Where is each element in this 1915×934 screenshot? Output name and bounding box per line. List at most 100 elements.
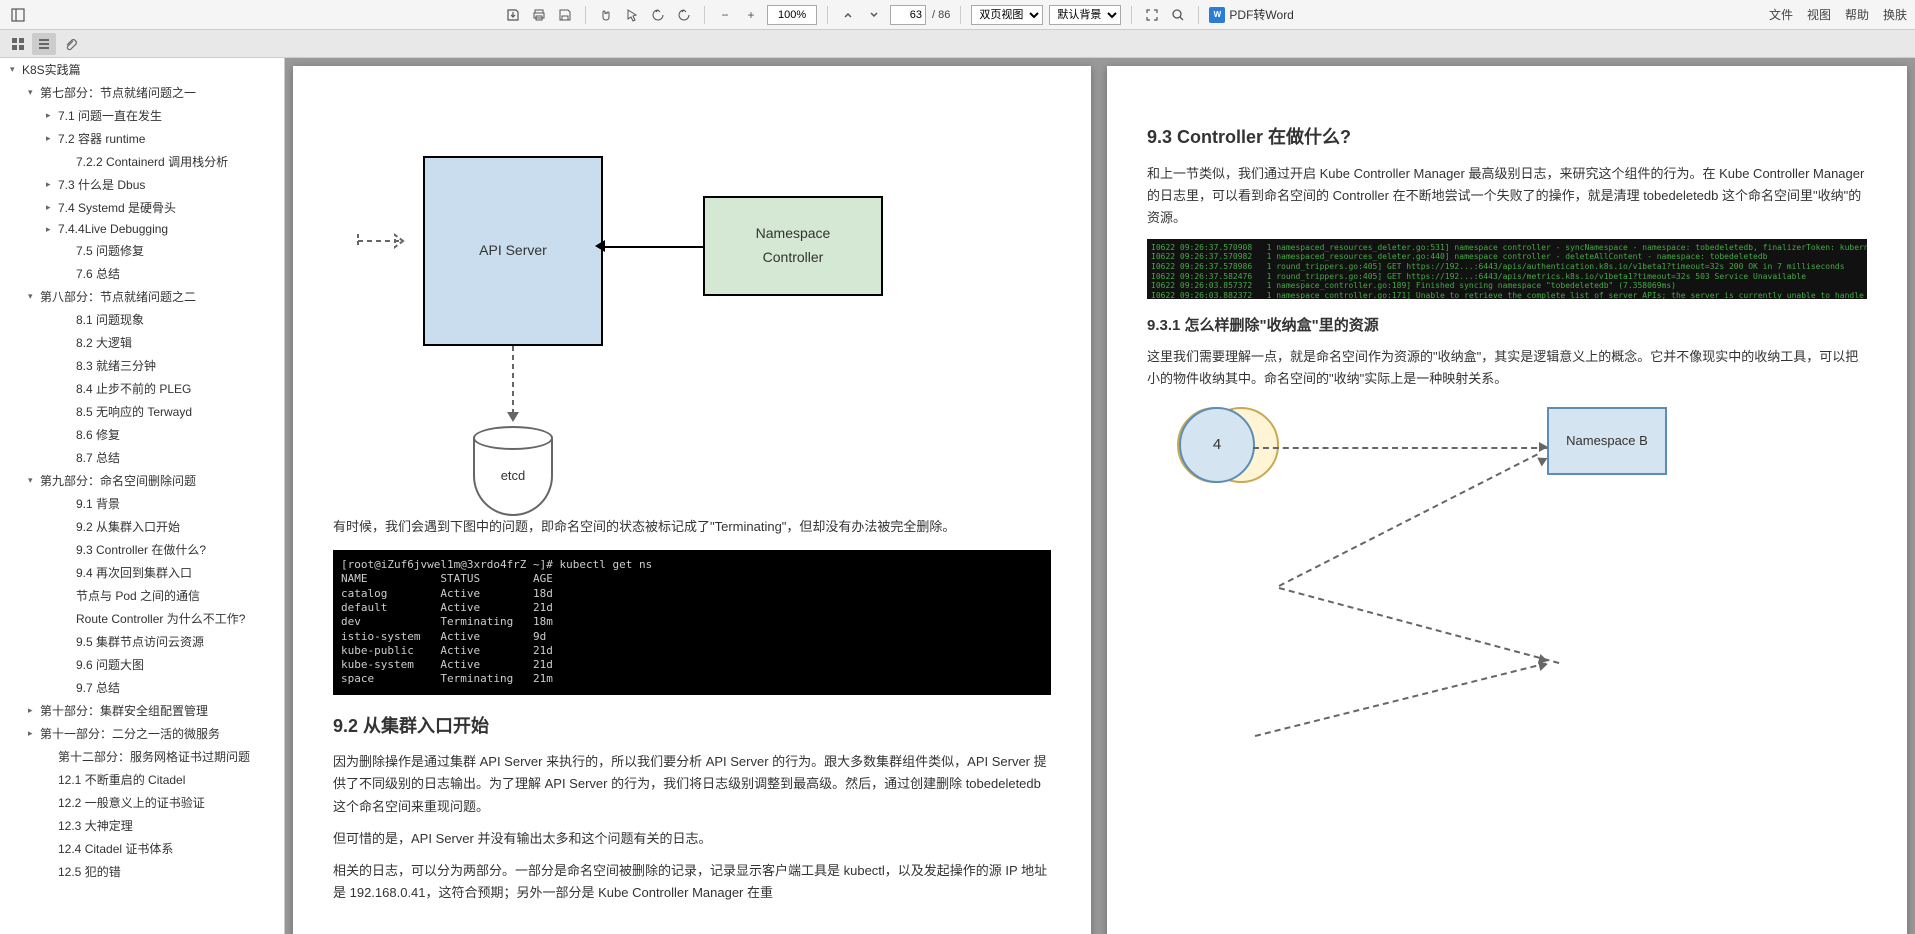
- outline-label: 7.4.4Live Debugging: [58, 222, 168, 236]
- zoom-in-icon[interactable]: +: [741, 5, 761, 25]
- select-tool-icon[interactable]: [622, 5, 642, 25]
- paragraph: 这里我们需要理解一点，就是命名空间作为资源的"收纳盒"，其实是逻辑意义上的概念。…: [1147, 346, 1867, 390]
- view-mode-select[interactable]: 双页视图: [971, 5, 1043, 25]
- outline-item[interactable]: ▾第八部分：节点就绪问题之二: [0, 285, 284, 308]
- zoom-input[interactable]: [767, 5, 817, 25]
- save-icon[interactable]: [555, 5, 575, 25]
- outline-item[interactable]: 8.5 无响应的 Terwayd: [0, 400, 284, 423]
- outline-item[interactable]: 9.7 总结: [0, 676, 284, 699]
- outline-label: 9.5 集群节点访问云资源: [76, 633, 204, 650]
- page-right: 9.3 Controller 在做什么? 和上一节类似，我们通过开启 Kube …: [1107, 66, 1907, 934]
- outline-label: 12.4 Citadel 证书体系: [58, 840, 173, 857]
- paragraph: 相关的日志，可以分为两部分。一部分是命名空间被删除的记录，记录显示客户端工具是 …: [333, 860, 1051, 904]
- search-icon[interactable]: [1168, 5, 1188, 25]
- outline-label: 第七部分：节点就绪问题之一: [40, 84, 196, 101]
- outline-item[interactable]: 12.5 犯的错: [0, 860, 284, 883]
- outline-label: 8.2 大逻辑: [76, 334, 132, 351]
- hand-tool-icon[interactable]: [596, 5, 616, 25]
- outline-label: 7.2.2 Containerd 调用栈分析: [76, 153, 228, 170]
- diagram-api-server: API Server Namespace Controller etcd: [333, 136, 1051, 516]
- outline-item[interactable]: 7.6 总结: [0, 262, 284, 285]
- page-input[interactable]: [890, 5, 926, 25]
- outline-tab-icon[interactable]: [32, 33, 56, 55]
- outline-item[interactable]: 9.3 Controller 在做什么?: [0, 538, 284, 561]
- outline-item[interactable]: 9.4 再次回到集群入口: [0, 561, 284, 584]
- thumbnail-tab-icon[interactable]: [6, 33, 30, 55]
- fullscreen-icon[interactable]: [1142, 5, 1162, 25]
- outline-item[interactable]: 9.5 集群节点访问云资源: [0, 630, 284, 653]
- outline-item[interactable]: 7.2.2 Containerd 调用栈分析: [0, 150, 284, 173]
- outline-item[interactable]: 7.5 问题修复: [0, 239, 284, 262]
- rotate-right-icon[interactable]: [674, 5, 694, 25]
- outline-item[interactable]: ▸7.4.4Live Debugging: [0, 219, 284, 239]
- prev-page-icon[interactable]: [838, 5, 858, 25]
- outline-item[interactable]: ▸7.1 问题一直在发生: [0, 104, 284, 127]
- expand-icon[interactable]: ▸: [46, 202, 58, 213]
- expand-icon[interactable]: ▸: [46, 110, 58, 121]
- outline-label: 9.1 背景: [76, 495, 120, 512]
- page-total: / 86: [932, 9, 950, 21]
- expand-icon[interactable]: ▾: [10, 64, 22, 75]
- menu-view[interactable]: 视图: [1807, 6, 1831, 23]
- outline-label: 9.4 再次回到集群入口: [76, 564, 192, 581]
- expand-icon[interactable]: ▸: [28, 728, 40, 739]
- outline-item[interactable]: ▸7.4 Systemd 是硬骨头: [0, 196, 284, 219]
- outline-label: Route Controller 为什么不工作?: [76, 610, 245, 627]
- outline-item[interactable]: 8.3 就绪三分钟: [0, 354, 284, 377]
- next-page-icon[interactable]: [864, 5, 884, 25]
- zoom-out-icon[interactable]: −: [715, 5, 735, 25]
- expand-icon[interactable]: ▸: [46, 133, 58, 144]
- expand-icon[interactable]: ▾: [28, 475, 40, 486]
- outline-item[interactable]: 8.1 问题现象: [0, 308, 284, 331]
- outline-label: 8.6 修复: [76, 426, 120, 443]
- outline-item[interactable]: 8.2 大逻辑: [0, 331, 284, 354]
- box-api-server: API Server: [423, 156, 603, 346]
- outline-item[interactable]: ▸第十一部分：二分之一活的微服务: [0, 722, 284, 745]
- outline-item[interactable]: ▾K8S实践篇: [0, 58, 284, 81]
- outline-sidebar[interactable]: ▾K8S实践篇▾第七部分：节点就绪问题之一▸7.1 问题一直在发生▸7.2 容器…: [0, 58, 285, 934]
- expand-icon[interactable]: ▸: [46, 179, 58, 190]
- menu-help[interactable]: 帮助: [1845, 6, 1869, 23]
- pdf-to-word-button[interactable]: W PDF转Word: [1209, 6, 1293, 23]
- outline-item[interactable]: ▸7.2 容器 runtime: [0, 127, 284, 150]
- outline-item[interactable]: ▾第九部分：命名空间删除问题: [0, 469, 284, 492]
- export-icon[interactable]: [503, 5, 523, 25]
- sidebar-toggle-icon[interactable]: [8, 5, 28, 25]
- outline-label: 第十部分：集群安全组配置管理: [40, 702, 208, 719]
- heading-9-3-1: 9.3.1 怎么样删除"收纳盒"里的资源: [1147, 313, 1867, 339]
- rotate-left-icon[interactable]: [648, 5, 668, 25]
- menu-file[interactable]: 文件: [1769, 6, 1793, 23]
- outline-item[interactable]: 9.2 从集群入口开始: [0, 515, 284, 538]
- bg-mode-select[interactable]: 默认背景: [1049, 5, 1121, 25]
- outline-item[interactable]: 8.6 修复: [0, 423, 284, 446]
- outline-label: 12.1 不断重启的 Citadel: [58, 771, 185, 788]
- outline-item[interactable]: 节点与 Pod 之间的通信: [0, 584, 284, 607]
- outline-label: 12.3 大神定理: [58, 817, 133, 834]
- print-icon[interactable]: [529, 5, 549, 25]
- outline-label: 7.6 总结: [76, 265, 120, 282]
- outline-item[interactable]: 8.4 止步不前的 PLEG: [0, 377, 284, 400]
- document-viewport[interactable]: API Server Namespace Controller etcd 有时候…: [285, 58, 1915, 934]
- outline-item[interactable]: ▾第七部分：节点就绪问题之一: [0, 81, 284, 104]
- outline-item[interactable]: Route Controller 为什么不工作?: [0, 607, 284, 630]
- paragraph: 和上一节类似，我们通过开启 Kube Controller Manager 最高…: [1147, 163, 1867, 229]
- outline-item[interactable]: 12.2 一般意义上的证书验证: [0, 791, 284, 814]
- expand-icon[interactable]: ▸: [28, 705, 40, 716]
- attachment-tab-icon[interactable]: [58, 33, 82, 55]
- outline-item[interactable]: 12.1 不断重启的 Citadel: [0, 768, 284, 791]
- main-toolbar: − + / 86 双页视图 默认背景 W PDF转Word 文件 视图 帮助 换…: [0, 0, 1915, 30]
- expand-icon[interactable]: ▾: [28, 291, 40, 302]
- outline-item[interactable]: 第十二部分：服务网格证书过期问题: [0, 745, 284, 768]
- menu-theme[interactable]: 换肤: [1883, 6, 1907, 23]
- outline-label: 7.1 问题一直在发生: [58, 107, 162, 124]
- cylinder-etcd: etcd: [473, 426, 553, 516]
- outline-item[interactable]: 12.4 Citadel 证书体系: [0, 837, 284, 860]
- outline-item[interactable]: 9.6 问题大图: [0, 653, 284, 676]
- outline-item[interactable]: 9.1 背景: [0, 492, 284, 515]
- outline-item[interactable]: ▸第十部分：集群安全组配置管理: [0, 699, 284, 722]
- outline-item[interactable]: 12.3 大神定理: [0, 814, 284, 837]
- expand-icon[interactable]: ▾: [28, 87, 40, 98]
- outline-item[interactable]: 8.7 总结: [0, 446, 284, 469]
- expand-icon[interactable]: ▸: [46, 224, 58, 235]
- outline-item[interactable]: ▸7.3 什么是 Dbus: [0, 173, 284, 196]
